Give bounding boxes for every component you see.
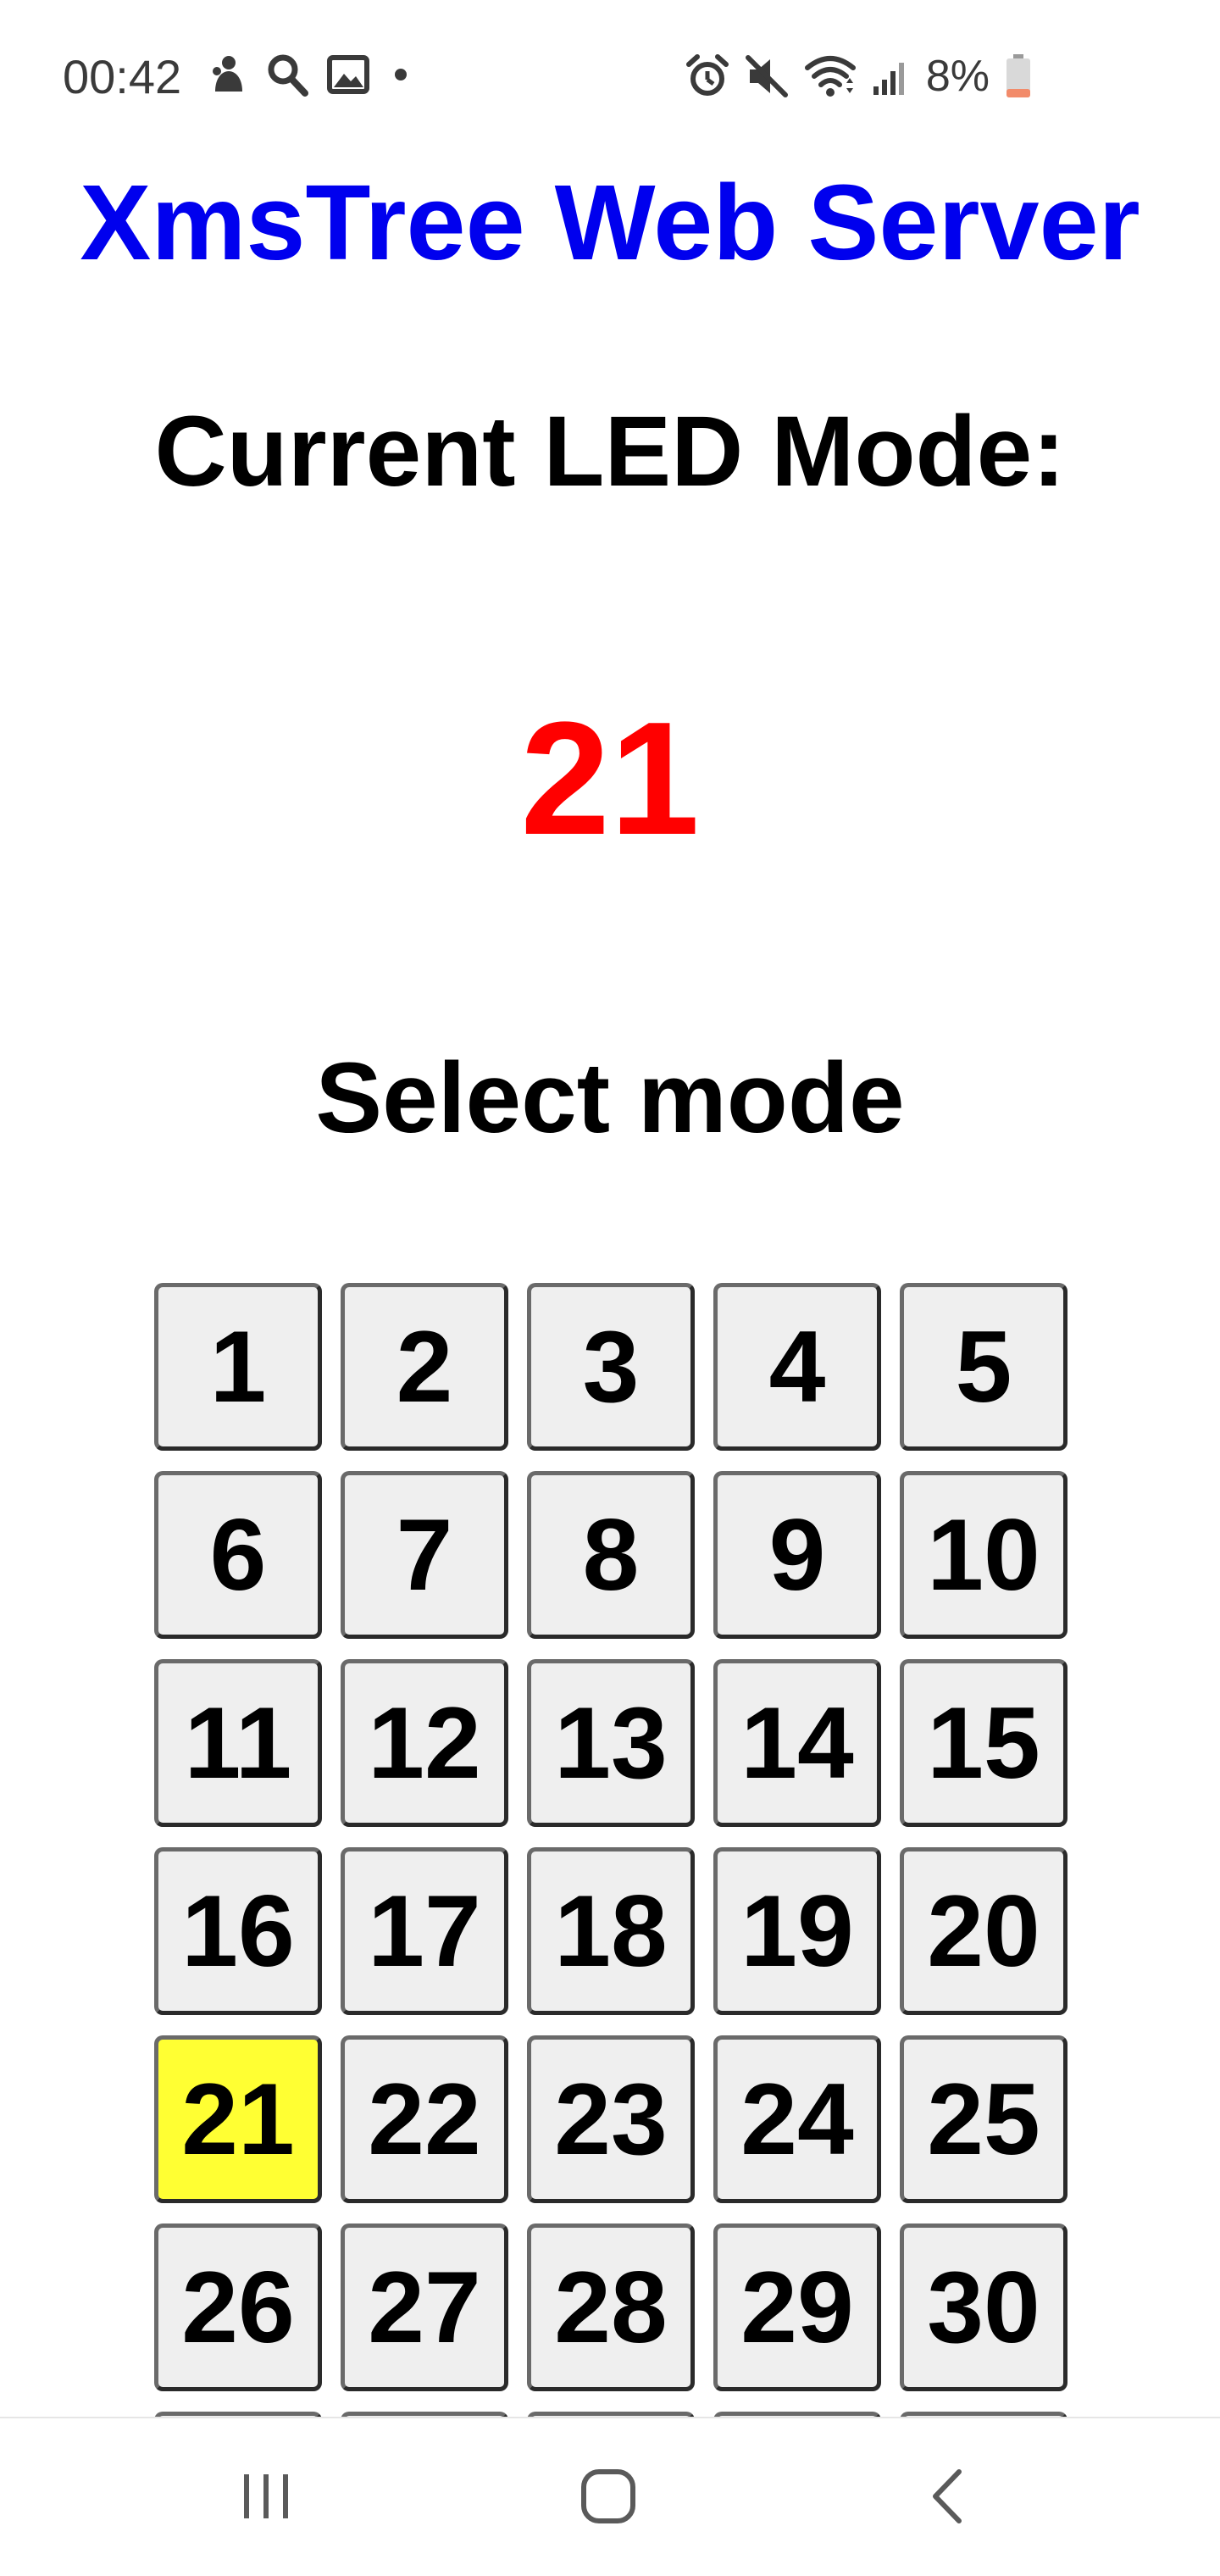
mode-button-26[interactable]: 26 [154,2223,322,2391]
mode-button-18[interactable]: 18 [527,1847,695,2015]
mute-icon [745,54,789,98]
mode-button-24[interactable]: 24 [713,2035,881,2203]
mode-button-grid: 1 2 3 4 5 6 7 8 9 10 11 12 13 14 15 16 17 18 19 20 21 22 23 24 2… [154,1283,1069,2576]
mode-button-12[interactable]: 12 [341,1659,508,1827]
mode-button-6[interactable]: 6 [154,1471,322,1639]
mode-button-20[interactable]: 20 [900,1847,1068,2015]
mode-button-16[interactable]: 16 [154,1847,322,2015]
mode-button-21[interactable]: 21 [154,2035,322,2203]
battery-icon [1005,53,1032,99]
image-icon [327,55,369,94]
mode-button-15[interactable]: 15 [900,1659,1068,1827]
recent-apps-button[interactable] [181,2418,351,2576]
current-mode-label: Current LED Mode: [154,396,1066,508]
mode-button-7[interactable]: 7 [341,1471,508,1639]
status-left-icons [210,53,413,97]
home-icon [579,2467,638,2530]
recent-apps-icon [239,2471,293,2526]
screen: 00:42 8% XmsTree Web Server Current LED … [0,0,1220,2576]
mode-button-29[interactable]: 29 [713,2223,881,2391]
status-bar: 00:42 8% [0,0,1220,153]
mode-button-2[interactable]: 2 [341,1283,508,1451]
wifi-icon [804,54,857,98]
mode-button-28[interactable]: 28 [527,2223,695,2391]
notification-person-icon [210,54,247,95]
mode-button-1[interactable]: 1 [154,1283,322,1451]
back-icon [929,2467,966,2530]
back-button[interactable] [862,2418,1032,2576]
signal-icon [872,56,911,97]
mode-button-19[interactable]: 19 [713,1847,881,2015]
mode-button-23[interactable]: 23 [527,2035,695,2203]
status-time: 00:42 [63,50,182,103]
mode-button-4[interactable]: 4 [713,1283,881,1451]
mode-button-9[interactable]: 9 [713,1471,881,1639]
home-button[interactable] [524,2418,693,2576]
page-title: XmsTree Web Server [80,163,1140,282]
mode-button-5[interactable]: 5 [900,1283,1068,1451]
battery-percent: 8% [925,52,990,101]
mode-button-11[interactable]: 11 [154,1659,322,1827]
select-mode-label: Select mode [315,1042,905,1154]
mode-button-14[interactable]: 14 [713,1659,881,1827]
mode-button-17[interactable]: 17 [341,1847,508,2015]
mode-button-25[interactable]: 25 [900,2035,1068,2203]
mode-button-22[interactable]: 22 [341,2035,508,2203]
alarm-icon [685,54,729,98]
navigation-bar [0,2417,1220,2576]
status-right-icons: 8% [685,51,1032,102]
mode-button-27[interactable]: 27 [341,2223,508,2391]
mode-button-3[interactable]: 3 [527,1283,695,1451]
mode-button-8[interactable]: 8 [527,1471,695,1639]
dot-icon [388,62,413,87]
current-mode-value: 21 [520,689,700,869]
mode-button-13[interactable]: 13 [527,1659,695,1827]
mode-button-30[interactable]: 30 [900,2223,1068,2391]
mode-button-10[interactable]: 10 [900,1471,1068,1639]
search-icon [266,53,308,97]
